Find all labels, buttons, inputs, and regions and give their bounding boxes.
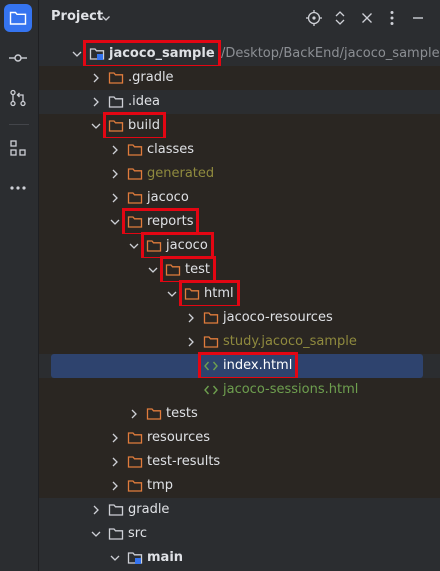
chevron-down-icon[interactable]: [109, 552, 121, 564]
folder-icon: [127, 166, 143, 182]
chevron-down-icon[interactable]: [90, 120, 102, 132]
folder-icon: [203, 334, 219, 350]
tree-row[interactable]: tests: [39, 402, 440, 426]
close-icon[interactable]: [359, 10, 375, 26]
chevron-right-icon[interactable]: [128, 408, 140, 420]
folder-icon: [203, 310, 219, 326]
chevron-right-icon[interactable]: [109, 144, 121, 156]
more-icon: [9, 185, 27, 191]
tree-row[interactable]: .idea: [39, 90, 440, 114]
folder-icon: [146, 406, 162, 422]
tree-row[interactable]: reports: [39, 208, 440, 236]
annotation-highlight-box: [179, 280, 240, 308]
tree-row[interactable]: resources: [39, 426, 440, 450]
chevron-down-icon[interactable]: [109, 216, 121, 228]
chevron-right-icon[interactable]: [109, 168, 121, 180]
tree-row[interactable]: jacoco-resources: [39, 306, 440, 330]
chevron-down-icon[interactable]: [147, 264, 159, 276]
tree-item-label: resources: [147, 430, 211, 445]
tree-item-label: .gradle: [128, 70, 174, 85]
annotation-highlight-box: [198, 352, 298, 380]
tree-row[interactable]: jacoco: [39, 186, 440, 210]
chevron-right-icon[interactable]: [90, 96, 102, 108]
tree-item-label: jacoco-sessions.html: [223, 382, 359, 397]
options-icon[interactable]: [384, 10, 400, 26]
folder-icon: [127, 430, 143, 446]
chevron-right-icon[interactable]: [185, 336, 197, 348]
tree-row[interactable]: tmp: [39, 474, 440, 498]
tree-row[interactable]: test-results: [39, 450, 440, 474]
annotation-highlight-box: [83, 40, 221, 68]
tree-item-label: classes: [147, 142, 195, 157]
tree-row[interactable]: gradle: [39, 498, 440, 522]
structure-tool-button[interactable]: [4, 134, 32, 162]
tree-row[interactable]: test: [39, 256, 440, 284]
project-tool-window: Project jacoco_sample/Desktop/BackEnd/ja…: [39, 0, 440, 571]
chevron-down-icon[interactable]: [128, 240, 140, 252]
tree-row[interactable]: generated: [39, 162, 440, 186]
chevron-right-icon[interactable]: [90, 72, 102, 84]
folder-icon: [127, 454, 143, 470]
chevron-right-icon[interactable]: [109, 432, 121, 444]
tree-item-label: tmp: [147, 478, 174, 493]
annotation-highlight-box: [103, 112, 166, 140]
hide-icon[interactable]: [410, 10, 426, 26]
folder-icon: [108, 94, 124, 110]
tree-row[interactable]: main: [39, 546, 440, 570]
structure-icon: [9, 139, 27, 157]
project-path: /Desktop/BackEnd/jacoco_sample: [221, 46, 440, 61]
tree-row[interactable]: jacoco-sessions.html: [39, 378, 440, 402]
chevron-right-icon[interactable]: [109, 192, 121, 204]
folder-icon: [108, 502, 124, 518]
html-file-icon: [203, 382, 219, 398]
commit-tool-button[interactable]: [4, 44, 32, 72]
chevron-down-icon[interactable]: [101, 12, 111, 27]
chevron-down-icon[interactable]: [90, 528, 102, 540]
tree-item-label: jacoco-resources: [223, 310, 333, 325]
tree-row[interactable]: classes: [39, 138, 440, 162]
tree-item-label: study.jacoco_sample: [223, 334, 357, 349]
chevron-down-icon[interactable]: [166, 288, 178, 300]
tree-row[interactable]: index.html: [39, 352, 440, 380]
tree-row[interactable]: src: [39, 522, 440, 546]
folder-icon: [127, 478, 143, 494]
folder-icon: [127, 190, 143, 206]
tree-row[interactable]: jacoco_sample/Desktop/BackEnd/jacoco_sam…: [39, 40, 440, 68]
tree-item-label: tests: [166, 406, 198, 421]
tree-item-label: main: [147, 550, 184, 565]
project-tool-button[interactable]: [4, 4, 32, 32]
panel-title[interactable]: Project: [51, 9, 103, 24]
tool-separator: [9, 124, 29, 125]
folder-icon: [9, 10, 27, 26]
tree-row[interactable]: .gradle: [39, 66, 440, 90]
tree-row[interactable]: build: [39, 112, 440, 140]
tree-row[interactable]: html: [39, 280, 440, 308]
folder-icon: [108, 70, 124, 86]
tree-item-label: test-results: [147, 454, 221, 469]
tree-row[interactable]: study.jacoco_sample: [39, 330, 440, 354]
locate-icon[interactable]: [306, 10, 322, 26]
pull-requests-tool-button[interactable]: [4, 84, 32, 112]
folder-icon: [108, 526, 124, 542]
tree-item-label: jacoco: [147, 190, 189, 205]
folder-icon: [127, 142, 143, 158]
tree-item-label: .idea: [128, 94, 160, 109]
chevron-right-icon[interactable]: [109, 456, 121, 468]
chevron-right-icon[interactable]: [109, 480, 121, 492]
expand-collapse-icon[interactable]: [332, 10, 348, 26]
chevron-right-icon[interactable]: [90, 504, 102, 516]
chevron-right-icon[interactable]: [185, 312, 197, 324]
commit-icon: [9, 50, 27, 66]
module-folder-icon: [127, 550, 143, 566]
tree-item-label: src: [128, 526, 147, 541]
tree-item-label: gradle: [128, 502, 170, 517]
pull-request-icon: [9, 89, 27, 107]
chevron-down-icon[interactable]: [71, 48, 83, 60]
more-tools-button[interactable]: [4, 174, 32, 202]
tree-item-label: generated: [147, 166, 215, 181]
project-header: Project: [39, 0, 440, 36]
tool-window-strip: [0, 0, 39, 571]
tree-row[interactable]: jacoco: [39, 232, 440, 260]
